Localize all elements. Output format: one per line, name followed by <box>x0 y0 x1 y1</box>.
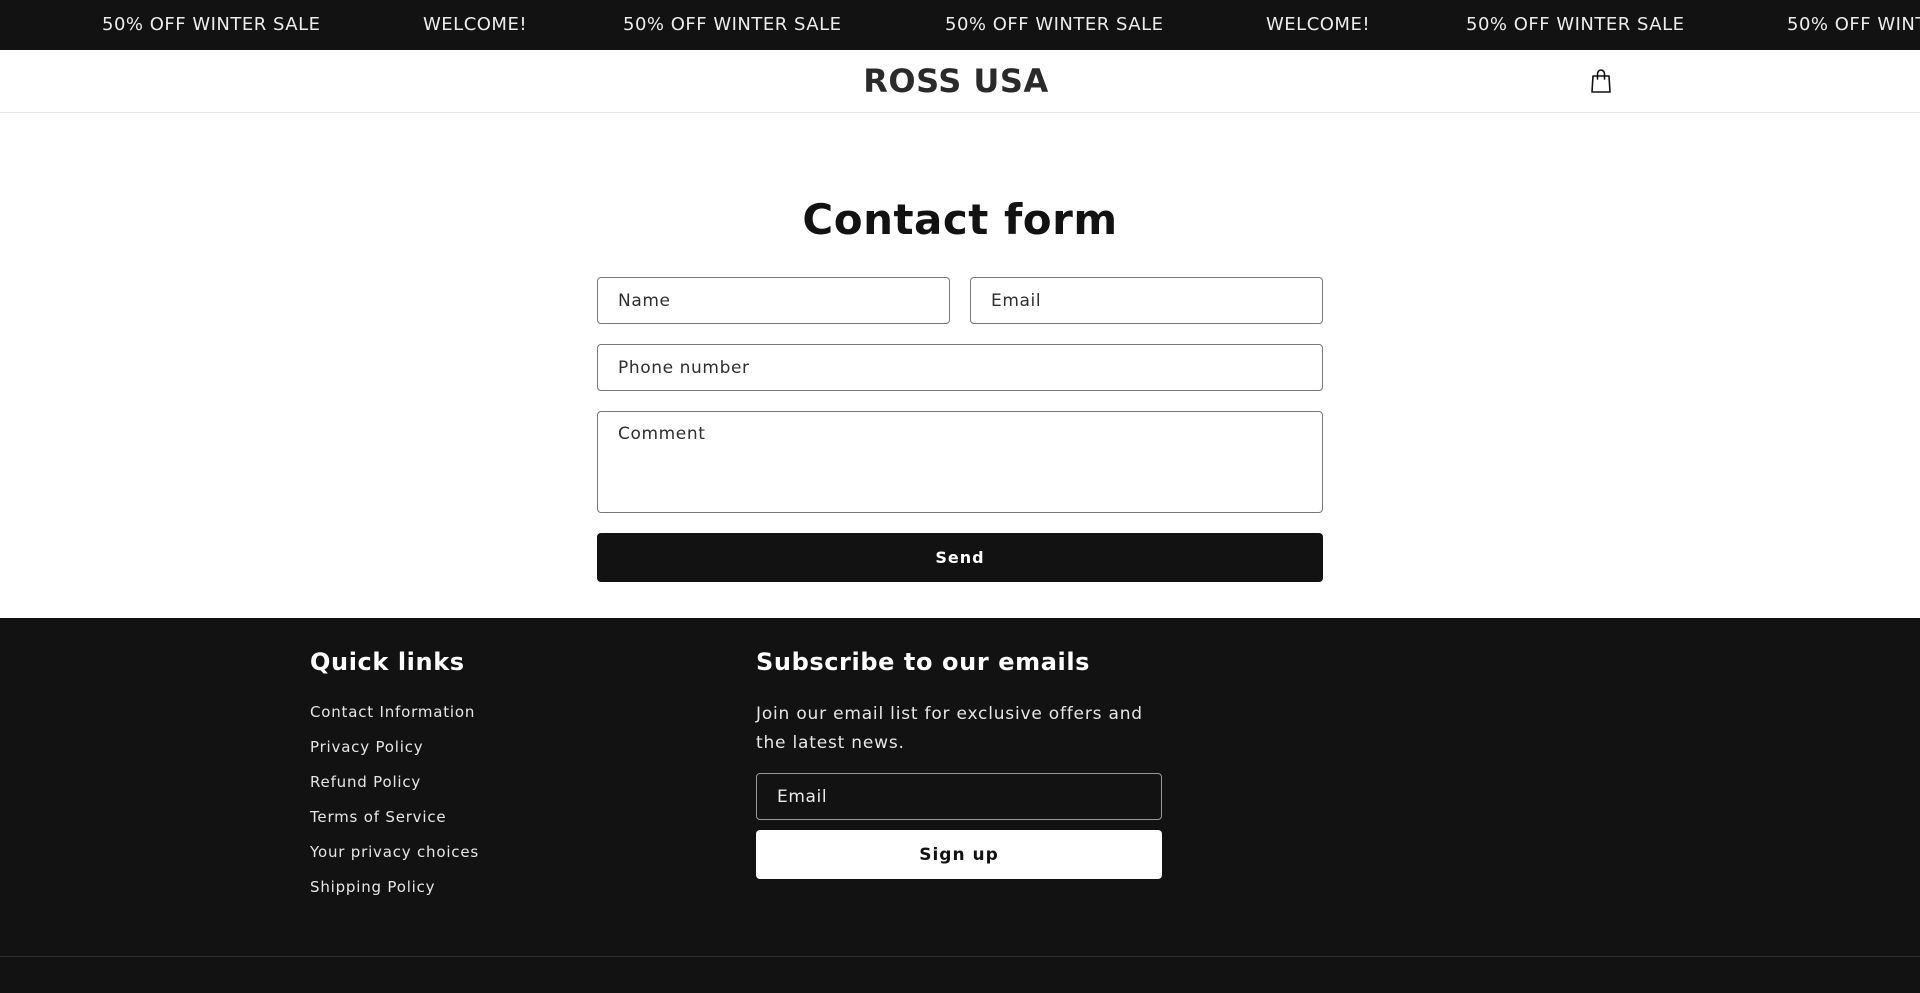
footer-divider <box>0 956 1920 957</box>
quick-links-list: Contact Information Privacy Policy Refun… <box>310 703 479 913</box>
announcement-message: 50% OFF WINTER SALE <box>1787 14 1920 35</box>
announcement-message: 50% OFF WINTER SALE <box>623 14 842 35</box>
comment-field[interactable] <box>597 411 1323 513</box>
announcement-message: 50% OFF WINTER SALE <box>102 14 321 35</box>
site-footer: Quick links Contact Information Privacy … <box>0 618 1920 993</box>
email-field[interactable] <box>970 277 1323 324</box>
announcement-message: WELCOME! <box>423 14 528 35</box>
announcement-message: WELCOME! <box>1266 14 1371 35</box>
sign-up-button[interactable]: Sign up <box>756 830 1162 879</box>
page-title: Contact form <box>802 195 1118 244</box>
site-logo[interactable]: ROSS USA <box>0 62 1912 100</box>
name-field[interactable] <box>597 277 950 324</box>
footer-link-privacy-policy[interactable]: Privacy Policy <box>310 738 479 773</box>
newsletter-email-input[interactable] <box>756 773 1162 820</box>
shopping-bag-icon[interactable] <box>1589 68 1613 94</box>
announcement-message: 50% OFF WINTER SALE <box>1466 14 1685 35</box>
announcement-bar: 50% OFF WINTER SALE WELCOME! 50% OFF WIN… <box>0 0 1920 51</box>
footer-link-refund-policy[interactable]: Refund Policy <box>310 773 479 808</box>
footer-link-shipping-policy[interactable]: Shipping Policy <box>310 878 479 913</box>
footer-link-privacy-choices[interactable]: Your privacy choices <box>310 843 479 878</box>
site-header: ROSS USA <box>0 50 1920 113</box>
subscribe-description: Join our email list for exclusive offers… <box>756 704 1143 753</box>
footer-link-terms-of-service[interactable]: Terms of Service <box>310 808 479 843</box>
phone-field[interactable] <box>597 344 1323 391</box>
announcement-message: 50% OFF WINTER SALE <box>945 14 1164 35</box>
quick-links-heading: Quick links <box>310 648 465 676</box>
send-button[interactable]: Send <box>597 533 1323 582</box>
footer-link-contact-information[interactable]: Contact Information <box>310 703 479 738</box>
subscribe-heading: Subscribe to our emails <box>756 648 1091 676</box>
